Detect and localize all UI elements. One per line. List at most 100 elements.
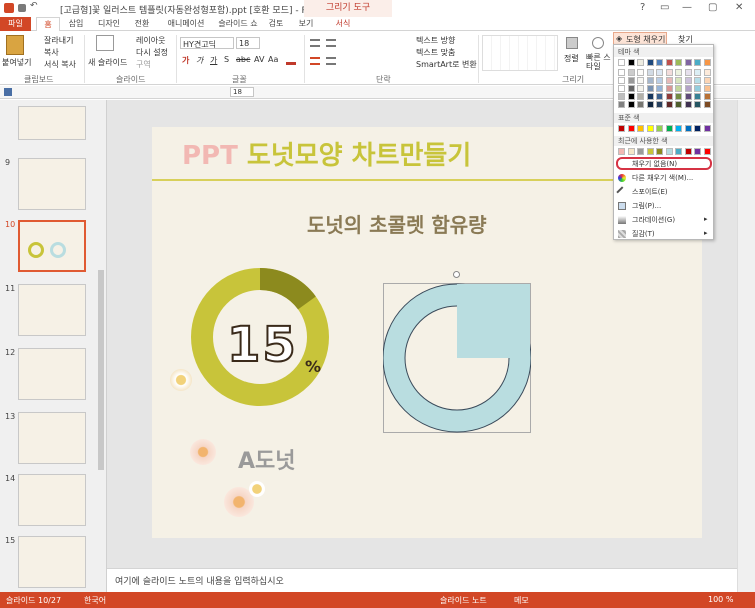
standard-color-swatch[interactable] [684,125,692,132]
standard-color-swatch[interactable] [637,125,644,132]
standard-color-swatch[interactable] [665,125,673,132]
thumbnail-scrollbar[interactable] [96,100,106,592]
quick-styles-button[interactable]: 빠른 스타일 [586,53,614,71]
standard-color-swatch[interactable] [703,125,711,132]
shadow-button[interactable]: S [224,55,229,64]
color-swatch[interactable] [646,69,654,76]
color-swatch[interactable] [627,69,635,76]
color-swatch[interactable] [627,77,635,84]
spacing-button[interactable]: AV [254,55,264,64]
color-swatch[interactable] [646,77,654,84]
paste-button[interactable]: 붙여넣기 [2,57,31,68]
color-swatch[interactable] [703,59,711,66]
tab-transitions[interactable]: 전환 [130,17,154,31]
color-swatch[interactable] [684,101,692,108]
color-swatch[interactable] [694,69,701,76]
tab-view[interactable]: 보기 [294,17,318,31]
layout-button[interactable]: 레이아웃 [136,35,165,46]
color-swatch[interactable] [703,77,711,84]
numbering-icon[interactable] [326,39,336,47]
color-swatch[interactable] [665,77,673,84]
recent-color-swatch[interactable] [675,148,682,155]
color-swatch[interactable] [684,93,692,100]
save-icon[interactable] [18,4,26,12]
color-swatch[interactable] [627,59,635,66]
eyedropper-item[interactable]: 스포이트(E) [616,186,668,198]
recent-color-swatch[interactable] [618,148,625,155]
tab-animations[interactable]: 애니메이션 [162,17,210,31]
copy-button[interactable]: 복사 [44,47,59,58]
italic-button[interactable]: 가 [196,55,203,66]
font-size-select[interactable]: 18 [236,37,260,49]
more-fill-colors-item[interactable]: 다른 채우기 색(M)... [618,173,693,183]
align-text-button[interactable]: 텍스트 맞춤 [416,47,455,58]
notes-button[interactable]: 슬라이드 노트 [440,595,487,606]
format-painter-button[interactable]: 서식 복사 [44,59,76,70]
slide-thumbnail[interactable] [18,474,86,526]
color-swatch[interactable] [703,69,711,76]
slide-thumbnail[interactable] [18,412,86,464]
align-center-icon[interactable] [326,57,336,65]
section-button[interactable]: 구역 [136,59,151,70]
bold-button[interactable]: 가 [182,55,189,66]
color-swatch[interactable] [703,93,711,100]
color-swatch[interactable] [637,69,644,76]
color-swatch[interactable] [637,101,644,108]
quick-styles-icon[interactable] [592,37,604,49]
standard-color-swatch[interactable] [675,125,682,132]
recent-color-swatch[interactable] [627,148,635,155]
standard-color-swatch[interactable] [694,125,701,132]
color-swatch[interactable] [684,85,692,92]
color-swatch[interactable] [637,93,644,100]
color-swatch[interactable] [675,69,682,76]
save-icon[interactable] [4,88,12,96]
color-swatch[interactable] [646,85,654,92]
standard-color-swatch[interactable] [627,125,635,132]
color-swatch[interactable] [618,77,625,84]
color-swatch[interactable] [618,93,625,100]
slide-thumbnail[interactable] [18,158,86,210]
help-button[interactable]: ? [640,2,645,13]
color-swatch[interactable] [656,59,663,66]
text-direction-button[interactable]: 텍스트 방향 [416,35,455,46]
recent-color-swatch[interactable] [684,148,692,155]
color-swatch[interactable] [684,77,692,84]
gradient-fill-item[interactable]: 그라데이션(G) ▸ [618,215,708,225]
color-swatch[interactable] [694,93,701,100]
color-swatch[interactable] [618,69,625,76]
paste-icon[interactable] [6,35,24,55]
cut-button[interactable]: 잘라내기 [44,35,73,46]
color-swatch[interactable] [656,93,663,100]
editor-scrollbar[interactable] [737,100,755,592]
color-swatch[interactable] [665,69,673,76]
slide-title[interactable]: PPT 도넛모양 차트만들기 [182,135,471,172]
tab-slideshow[interactable]: 슬라이드 쇼 [216,17,260,31]
selected-donut-shape[interactable] [383,283,531,433]
color-swatch[interactable] [675,93,682,100]
minimize-button[interactable]: — [682,2,692,13]
shapes-gallery[interactable] [482,35,558,71]
zoom-level[interactable]: 100 % [708,595,733,604]
color-swatch[interactable] [646,101,654,108]
tab-review[interactable]: 검토 [264,17,288,31]
new-slide-button[interactable]: 새 슬라이드 [88,57,127,68]
color-swatch[interactable] [665,59,673,66]
font-color-icon[interactable] [286,55,296,65]
color-swatch[interactable] [656,85,663,92]
slide-thumbnail[interactable] [18,348,86,400]
color-swatch[interactable] [637,77,644,84]
color-swatch[interactable] [694,85,701,92]
picture-fill-item[interactable]: 그림(P)... [618,201,661,211]
recent-color-swatch[interactable] [703,148,711,155]
ribbon-display-button[interactable]: ▭ [660,2,669,13]
arrange-button[interactable]: 정렬 [564,53,579,64]
undo-icon[interactable]: ↶ [30,1,40,11]
color-swatch[interactable] [665,93,673,100]
underline-button[interactable]: 가 [210,55,217,66]
notes-pane[interactable]: 여기에 슬라이드 노트의 내용을 입력하십시오 [107,568,737,592]
color-swatch[interactable] [646,59,654,66]
tab-home[interactable]: 홈 [36,17,60,32]
color-swatch[interactable] [675,85,682,92]
color-swatch[interactable] [694,77,701,84]
color-swatch[interactable] [618,59,625,66]
